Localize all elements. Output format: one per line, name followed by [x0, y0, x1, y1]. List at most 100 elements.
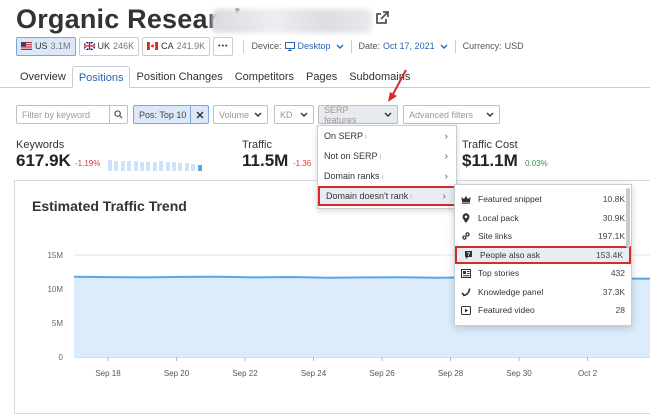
keywords-label: Keywords [16, 139, 65, 151]
annotation-arrow [388, 69, 407, 102]
chevron-right-icon: › [444, 150, 448, 162]
feature-count: 153.4K [596, 249, 623, 260]
feature-people-also-ask[interactable]: ? People also ask 153.4K [455, 245, 631, 264]
db-button-ca[interactable]: CA 241.9K [142, 36, 211, 56]
link-icon [461, 231, 471, 241]
x-tick-label: Oct 2 [578, 369, 598, 378]
traffic-label: Traffic [242, 139, 272, 151]
db-code: UK [97, 41, 111, 51]
currency-display: Currency: USD [463, 41, 524, 51]
menu-item-not-on-serp[interactable]: Not on SERP i › [318, 146, 456, 166]
feature-site-links[interactable]: Site links 197.1K [455, 227, 631, 246]
menu-item-label: Not on SERP [324, 151, 378, 161]
divider [454, 39, 456, 53]
y-tick-label: 5M [52, 319, 63, 328]
sparkline-bar [140, 162, 144, 171]
sparkline-bar [120, 161, 125, 171]
info-icon: i [410, 194, 412, 201]
position-filter-chip[interactable]: Pos: Top 10 [133, 105, 209, 124]
x-tick-label: Sep 28 [438, 369, 464, 378]
date-selector[interactable]: Date: Oct 17, 2021 [359, 41, 448, 51]
tab-overview[interactable]: Overview [14, 66, 72, 88]
feature-featured-snippet[interactable]: Featured snippet 10.8K [455, 190, 631, 209]
serp-features-filter[interactable]: SERP features [318, 104, 398, 125]
info-icon: i [381, 174, 384, 181]
feature-featured-video[interactable]: Featured video 28 [455, 301, 631, 320]
x-tick-label: Sep 22 [232, 369, 258, 378]
more-databases-button[interactable]: ••• [213, 36, 234, 56]
chart-title: Estimated Traffic Trend [32, 198, 187, 214]
feature-count: 10.8K [602, 194, 625, 205]
sparkline-bar [191, 164, 196, 171]
advanced-filters-label: Advanced filters [409, 109, 474, 120]
x-tick-label: Sep 24 [301, 369, 327, 378]
traffic-cost-label: Traffic Cost [462, 139, 518, 151]
feature-label: People also ask [480, 249, 541, 260]
currency-value: USD [504, 41, 524, 51]
sparkline-bar [152, 162, 157, 171]
menu-item-domain-ranks[interactable]: Domain ranks i › [318, 166, 456, 186]
volume-filter-label: Volume [219, 109, 250, 120]
external-link-icon[interactable] [374, 10, 390, 26]
chevron-down-icon [300, 112, 308, 117]
y-tick-label: 10M [47, 285, 63, 294]
ca-flag-icon [147, 42, 159, 50]
y-tick-label: 15M [47, 251, 63, 260]
uk-flag-icon [83, 42, 95, 50]
keywords-sparkline [108, 157, 204, 171]
keyword-filter[interactable]: Filter by keyword [16, 105, 128, 124]
traffic-value: 11.5M [242, 151, 289, 170]
x-tick-label: Sep 18 [95, 369, 121, 378]
menu-item-domain-doesnt-rank[interactable]: Domain doesn't rank i › [318, 186, 456, 206]
device-label: Device: [251, 41, 282, 51]
pin-icon [461, 213, 471, 223]
menu-item-label: Domain doesn't rank [326, 191, 409, 201]
feature-count: 432 [610, 268, 625, 279]
chevron-down-icon [440, 44, 448, 49]
keywords-value: 617.9K [16, 151, 71, 170]
feature-label: Featured snippet [478, 194, 542, 205]
volume-filter[interactable]: Volume [213, 105, 268, 124]
search-button[interactable] [109, 106, 127, 123]
db-count: 3.1M [50, 41, 71, 51]
submenu-scrollbar[interactable] [626, 188, 630, 248]
date-label: Date: [358, 41, 381, 51]
keyword-filter-input[interactable]: Filter by keyword [22, 110, 109, 120]
advanced-filters[interactable]: Advanced filters [403, 105, 500, 124]
tab-position-changes[interactable]: Position Changes [130, 66, 228, 88]
serp-features-label: SERP features [324, 104, 357, 125]
traffic-change: -1.36 [293, 159, 312, 168]
device-selector[interactable]: Device: Desktop [251, 41, 344, 51]
tab-competitors[interactable]: Competitors [229, 66, 300, 88]
feature-local-pack[interactable]: Local pack 30.9K [455, 209, 631, 228]
info-icon: i [365, 134, 367, 141]
info-icon: i [379, 154, 382, 161]
kd-filter[interactable]: KD [274, 105, 314, 124]
traffic-cost-value: $11.1M [462, 151, 518, 170]
divider [350, 39, 352, 53]
sparkline-bar [146, 162, 151, 171]
tab-pages[interactable]: Pages [300, 66, 343, 88]
db-count: 246K [113, 41, 135, 51]
chevron-down-icon [384, 112, 392, 117]
db-button-uk[interactable]: UK 246K [78, 36, 140, 56]
close-icon [195, 110, 204, 119]
chevron-down-icon [486, 112, 494, 117]
menu-item-on-serp[interactable]: On SERP i › [318, 126, 456, 146]
feature-label: Featured video [478, 305, 535, 316]
feature-knowledge-panel[interactable]: Knowledge panel 37.3K [455, 283, 631, 302]
traffic-cost-change: 0.03% [525, 159, 548, 168]
tab-positions[interactable]: Positions [71, 66, 131, 88]
sparkline-bar [165, 162, 170, 171]
remove-filter-button[interactable] [190, 106, 208, 123]
question-icon: ? [463, 250, 473, 260]
db-count: 241.9K [176, 41, 206, 51]
db-code: US [35, 41, 48, 51]
serp-features-submenu: Featured snippet 10.8K Local pack 30.9K … [454, 184, 632, 326]
feature-top-stories[interactable]: Top stories 432 [455, 264, 631, 283]
video-icon [461, 305, 471, 315]
feature-label: Local pack [478, 212, 519, 223]
position-filter-label: Pos: Top 10 [139, 109, 187, 120]
db-button-us[interactable]: US 3.1M [16, 36, 76, 56]
kd-filter-label: KD [280, 109, 293, 120]
